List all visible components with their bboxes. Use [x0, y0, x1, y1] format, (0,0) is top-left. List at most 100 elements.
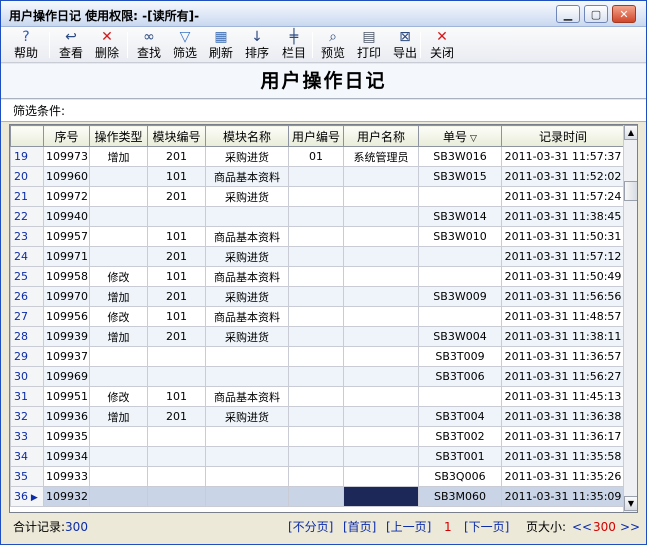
cell-time[interactable]: 2011-03-31 11:38:11 [501, 326, 625, 347]
table-row[interactable]: 36 ▶ 109932 SB3M060 2011-03-31 11:35:09 [10, 486, 625, 507]
cell-doc[interactable]: SB3W014 [418, 206, 502, 227]
cell-modName[interactable]: 采购进货 [205, 186, 289, 207]
table-row[interactable]: 27 109956 修改 101 商品基本资料 2011-03-31 11:48:57 [10, 306, 625, 327]
cell-modName[interactable]: 商品基本资料 [205, 266, 289, 287]
sort-button[interactable]: ↓ 排序 [240, 29, 274, 61]
cell-doc[interactable] [418, 386, 502, 407]
cell-mod[interactable]: 101 [147, 166, 206, 187]
cell-uid[interactable] [288, 406, 344, 427]
column-header[interactable]: 用户名称 [343, 125, 419, 147]
cell-time[interactable]: 2011-03-31 11:56:27 [501, 366, 625, 387]
cell-modName[interactable]: 采购进货 [205, 146, 289, 167]
table-row[interactable]: 25 109958 修改 101 商品基本资料 2011-03-31 11:50:49 [10, 266, 625, 287]
log-grid[interactable]: 序号 操作类型 模块编号 模块名称 用户编号 用户名称 单号 ▽ 记录时间 19 109973 增加… [9, 124, 638, 513]
cell-uid[interactable] [288, 206, 344, 227]
page-size-decrease-button[interactable]: << [572, 515, 592, 539]
table-row[interactable]: 34 109934 SB3T001 2011-03-31 11:35:58 [10, 446, 625, 467]
cell-op[interactable] [89, 426, 148, 447]
cell-uid[interactable] [288, 326, 344, 347]
cell-uid[interactable] [288, 266, 344, 287]
cell-mod[interactable]: 201 [147, 326, 206, 347]
cell-modName[interactable] [205, 426, 289, 447]
cell-doc[interactable]: SB3T001 [418, 446, 502, 467]
minimize-button[interactable]: ▁ [556, 5, 580, 23]
cell-op[interactable] [89, 446, 148, 467]
cell-doc[interactable]: SB3W009 [418, 286, 502, 307]
cell-uname[interactable] [343, 386, 419, 407]
cell-modName[interactable] [205, 346, 289, 367]
cell-time[interactable]: 2011-03-31 11:36:38 [501, 406, 625, 427]
page-size-increase-button[interactable]: >> [620, 515, 640, 539]
cell-mod[interactable]: 101 [147, 226, 206, 247]
cell-uid[interactable] [288, 186, 344, 207]
cell-op[interactable] [89, 346, 148, 367]
cell-uname[interactable] [343, 286, 419, 307]
cell-uname[interactable] [343, 166, 419, 187]
cell-uname[interactable] [343, 326, 419, 347]
cell-time[interactable]: 2011-03-31 11:45:13 [501, 386, 625, 407]
cell-op[interactable]: 增加 [89, 326, 148, 347]
help-button[interactable]: ? 帮助 [9, 29, 43, 61]
cell-modName[interactable]: 商品基本资料 [205, 386, 289, 407]
cell-op[interactable] [89, 226, 148, 247]
cell-uid[interactable]: 01 [288, 146, 344, 167]
table-row[interactable]: 23 109957 101 商品基本资料 SB3W010 2011-03-31 11:50… [10, 226, 625, 247]
cell-time[interactable]: 2011-03-31 11:48:57 [501, 306, 625, 327]
table-row[interactable]: 30 109969 SB3T006 2011-03-31 11:56:27 [10, 366, 625, 387]
column-header[interactable]: 单号 ▽ [418, 125, 502, 147]
cell-mod[interactable] [147, 466, 206, 487]
cell-modName[interactable] [205, 486, 289, 507]
cell-doc[interactable]: SB3W015 [418, 166, 502, 187]
cell-doc[interactable]: SB3T002 [418, 426, 502, 447]
cell-modName[interactable]: 采购进货 [205, 326, 289, 347]
cell-uname[interactable] [343, 266, 419, 287]
cell-doc[interactable] [418, 246, 502, 267]
table-row[interactable]: 35 109933 SB3Q006 2011-03-31 11:35:26 [10, 466, 625, 487]
columns-button[interactable]: ╪ 栏目 [277, 29, 311, 61]
cell-seq[interactable]: 109969 [43, 366, 90, 387]
scroll-thumb[interactable] [624, 181, 637, 201]
close-window-button[interactable]: ✕ [612, 5, 636, 23]
cell-doc[interactable]: SB3W010 [418, 226, 502, 247]
cell-seq[interactable]: 109956 [43, 306, 90, 327]
scroll-up-button[interactable]: ▲ [624, 125, 637, 140]
table-row[interactable]: 31 109951 修改 101 商品基本资料 2011-03-31 11:45:13 [10, 386, 625, 407]
print-button[interactable]: ▤ 打印 [352, 29, 386, 61]
cell-uname[interactable] [343, 366, 419, 387]
cell-mod[interactable]: 201 [147, 286, 206, 307]
export-button[interactable]: ⊠ 导出 [388, 29, 422, 61]
scroll-down-button[interactable]: ▼ [624, 496, 637, 511]
column-header[interactable]: 模块名称 [205, 125, 289, 147]
cell-doc[interactable]: SB3W016 [418, 146, 502, 167]
cell-uid[interactable] [288, 346, 344, 367]
cell-uid[interactable] [288, 226, 344, 247]
cell-uid[interactable] [288, 286, 344, 307]
cell-mod[interactable] [147, 206, 206, 227]
cell-seq[interactable]: 109958 [43, 266, 90, 287]
cell-op[interactable] [89, 206, 148, 227]
cell-mod[interactable]: 201 [147, 186, 206, 207]
close-button[interactable]: ✕ 关闭 [425, 29, 459, 61]
cell-modName[interactable] [205, 466, 289, 487]
cell-time[interactable]: 2011-03-31 11:38:45 [501, 206, 625, 227]
cell-seq[interactable]: 109957 [43, 226, 90, 247]
cell-uname[interactable] [343, 346, 419, 367]
cell-seq[interactable]: 109972 [43, 186, 90, 207]
table-row[interactable]: 19 109973 增加 201 采购进货 01 系统管理员 SB3W016 2011-03-3… [10, 146, 625, 167]
cell-uname[interactable] [343, 406, 419, 427]
cell-seq[interactable]: 109937 [43, 346, 90, 367]
cell-seq[interactable]: 109935 [43, 426, 90, 447]
cell-uid[interactable] [288, 446, 344, 467]
maximize-button[interactable]: ▢ [584, 5, 608, 23]
cell-uid[interactable] [288, 486, 344, 507]
cell-op[interactable] [89, 366, 148, 387]
cell-doc[interactable]: SB3T006 [418, 366, 502, 387]
cell-uname[interactable] [343, 486, 419, 507]
cell-op[interactable] [89, 486, 148, 507]
cell-mod[interactable] [147, 486, 206, 507]
cell-modName[interactable]: 商品基本资料 [205, 166, 289, 187]
cell-op[interactable]: 增加 [89, 406, 148, 427]
cell-time[interactable]: 2011-03-31 11:50:49 [501, 266, 625, 287]
cell-uname[interactable] [343, 206, 419, 227]
cell-modName[interactable]: 采购进货 [205, 246, 289, 267]
